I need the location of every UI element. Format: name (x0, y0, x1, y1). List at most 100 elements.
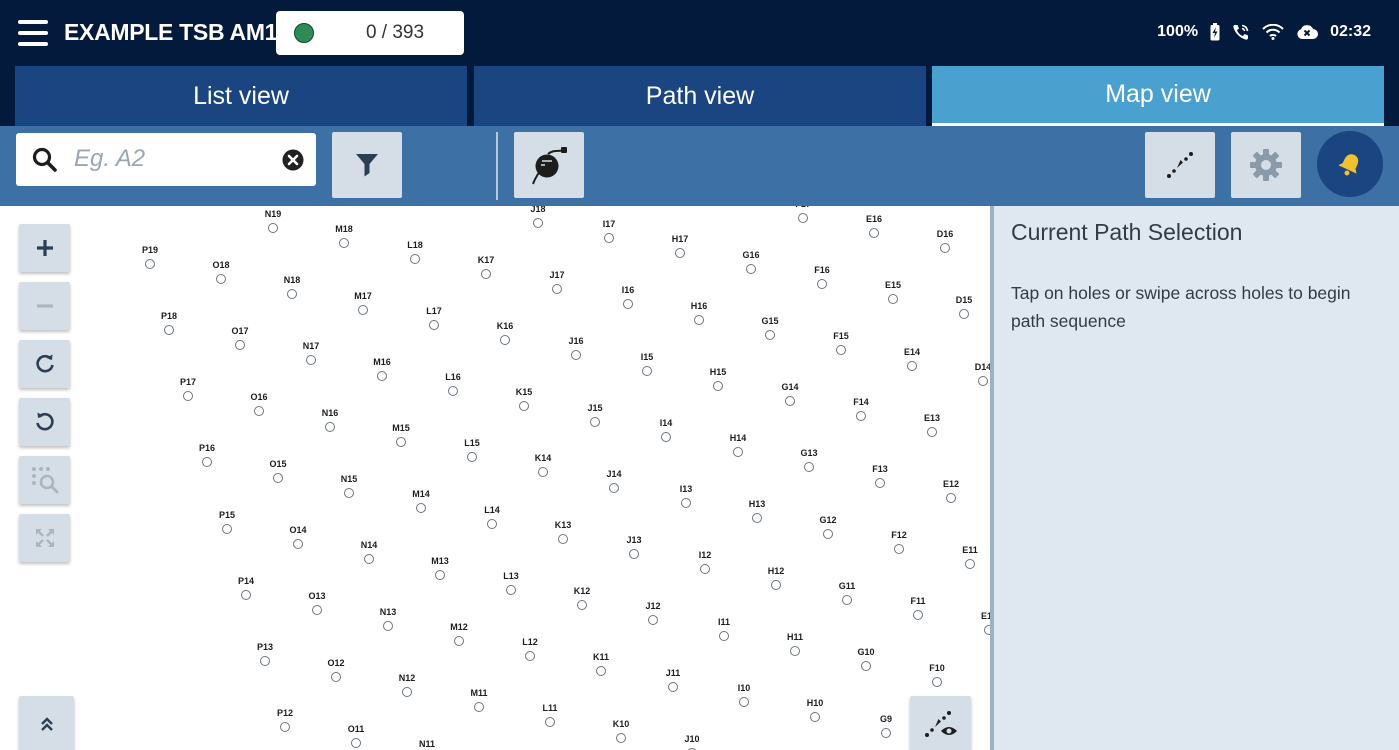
hole-marker[interactable] (474, 702, 484, 712)
hole-g10[interactable]: G10 (857, 647, 875, 671)
hole-marker[interactable] (306, 355, 316, 365)
hole-m11[interactable]: M11 (470, 688, 488, 712)
hole-marker[interactable] (273, 473, 283, 483)
hole-marker[interactable] (771, 580, 781, 590)
hole-i16[interactable]: I16 (622, 285, 635, 309)
hole-marker[interactable] (785, 396, 795, 406)
hole-j11[interactable]: J11 (666, 668, 681, 692)
hole-p12[interactable]: P12 (277, 708, 293, 732)
hole-marker[interactable] (454, 636, 464, 646)
hole-e12[interactable]: E12 (943, 479, 959, 503)
hole-marker[interactable] (888, 294, 898, 304)
hole-marker[interactable] (396, 437, 406, 447)
hole-l14[interactable]: L14 (484, 505, 500, 529)
hole-marker[interactable] (927, 427, 937, 437)
toggle-path-visibility-button[interactable] (910, 696, 971, 750)
hole-marker[interactable] (467, 452, 477, 462)
hole-marker[interactable] (629, 549, 639, 559)
hole-i13[interactable]: I13 (680, 484, 693, 508)
hole-n16[interactable]: N16 (322, 408, 339, 432)
hole-marker[interactable] (798, 213, 808, 223)
hole-n18[interactable]: N18 (284, 275, 301, 299)
hole-marker[interactable] (268, 223, 278, 233)
hole-marker[interactable] (416, 503, 426, 513)
hole-marker[interactable] (913, 610, 923, 620)
hole-e11[interactable]: E11 (962, 545, 978, 569)
hole-l16[interactable]: L16 (445, 372, 461, 396)
zoom-to-holes-button[interactable] (19, 456, 70, 504)
notifications-button[interactable] (1317, 131, 1383, 197)
hole-marker[interactable] (978, 376, 988, 386)
hole-marker[interactable] (364, 554, 374, 564)
hole-e13[interactable]: E13 (924, 413, 940, 437)
hole-i14[interactable]: I14 (660, 418, 673, 442)
hole-j15[interactable]: J15 (587, 403, 603, 427)
hamburger-menu-icon[interactable] (18, 20, 48, 46)
hole-k12[interactable]: K12 (574, 586, 591, 610)
hole-n15[interactable]: N15 (341, 474, 358, 498)
zoom-in-button[interactable] (19, 224, 70, 272)
hole-marker[interactable] (752, 513, 762, 523)
hole-marker[interactable] (790, 646, 800, 656)
hole-f17[interactable]: F17 (795, 206, 811, 223)
hole-p16[interactable]: P16 (199, 443, 215, 467)
hole-marker[interactable] (810, 712, 820, 722)
hole-marker[interactable] (293, 539, 303, 549)
hole-marker[interactable] (216, 274, 226, 284)
hole-g16[interactable]: G16 (742, 250, 760, 274)
hole-marker[interactable] (946, 493, 956, 503)
hole-j14[interactable]: J14 (606, 469, 622, 493)
hole-marker[interactable] (552, 284, 562, 294)
clear-icon[interactable] (282, 149, 304, 176)
hole-marker[interactable] (856, 411, 866, 421)
hole-p18[interactable]: P18 (161, 311, 177, 335)
hole-marker[interactable] (675, 248, 685, 258)
hole-marker[interactable] (351, 738, 361, 748)
hole-p17[interactable]: P17 (180, 377, 196, 401)
hole-f16[interactable]: F16 (814, 265, 830, 289)
hole-j16[interactable]: J16 (568, 336, 584, 360)
hole-g12[interactable]: G12 (819, 515, 837, 539)
hole-marker[interactable] (940, 243, 950, 253)
hole-marker[interactable] (623, 299, 633, 309)
hole-marker[interactable] (506, 585, 516, 595)
hole-marker[interactable] (235, 340, 245, 350)
hole-marker[interactable] (519, 401, 529, 411)
hole-o17[interactable]: O17 (231, 326, 249, 350)
hole-m17[interactable]: M17 (354, 291, 372, 315)
hole-e16[interactable]: E16 (866, 214, 882, 238)
hole-marker[interactable] (260, 656, 270, 666)
holes-layer[interactable]: N19 M18 L18 K17 J18 J17 I17 I16 H17 H16 G16 G15 F17 F… (0, 206, 990, 750)
hole-n17[interactable]: N17 (303, 341, 320, 365)
hole-m12[interactable]: M12 (450, 622, 468, 646)
hole-p19[interactable]: P19 (142, 245, 158, 269)
hole-f10[interactable]: F10 (929, 663, 945, 687)
hole-l15[interactable]: L15 (464, 438, 480, 462)
hole-marker[interactable] (312, 605, 322, 615)
hole-m15[interactable]: M15 (392, 423, 410, 447)
hole-i17[interactable]: I17 (603, 219, 616, 243)
hole-h12[interactable]: H12 (768, 566, 785, 590)
hole-h10[interactable]: H10 (807, 698, 824, 722)
hole-marker[interactable] (604, 233, 614, 243)
hole-marker[interactable] (145, 259, 155, 269)
tab-list-view[interactable]: List view (15, 66, 467, 126)
hole-k15[interactable]: K15 (516, 387, 533, 411)
hole-p14[interactable]: P14 (238, 576, 254, 600)
hole-j13[interactable]: J13 (626, 535, 642, 559)
hole-p13[interactable]: P13 (257, 642, 273, 666)
hole-marker[interactable] (648, 615, 658, 625)
hole-marker[interactable] (932, 677, 942, 687)
hole-marker[interactable] (836, 345, 846, 355)
hole-o13[interactable]: O13 (308, 591, 326, 615)
hole-k13[interactable]: K13 (555, 520, 572, 544)
search-input[interactable] (74, 143, 274, 175)
map-canvas[interactable]: N19 M18 L18 K17 J18 J17 I17 I16 H17 H16 G16 G15 F17 F… (0, 206, 990, 750)
hole-o11[interactable]: O11 (348, 724, 365, 748)
hole-d14[interactable]: D14 (975, 362, 990, 386)
hole-marker[interactable] (344, 488, 354, 498)
hole-marker[interactable] (487, 519, 497, 529)
hole-marker[interactable] (222, 524, 232, 534)
fit-extent-button[interactable] (19, 514, 70, 562)
hole-marker[interactable] (765, 330, 775, 340)
